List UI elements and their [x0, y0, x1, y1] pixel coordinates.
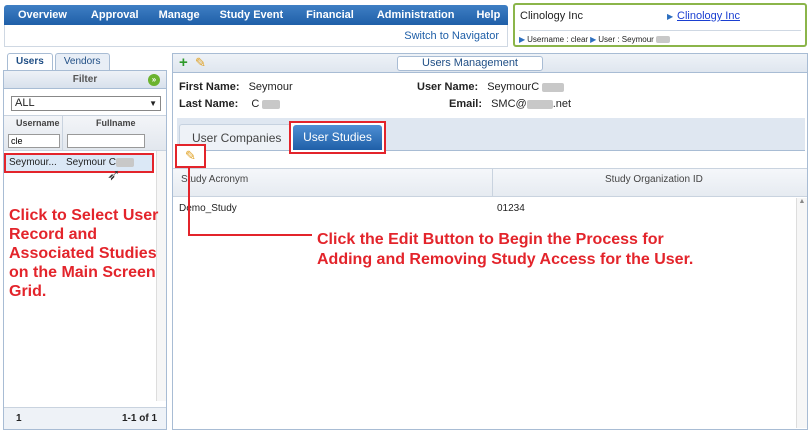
tab-user-studies-label: User Studies [293, 125, 382, 150]
edit-button[interactable]: ✎ [175, 144, 206, 168]
redacted-block [526, 99, 553, 109]
cell-study-org-id: 01234 [497, 203, 525, 214]
username-filter-input[interactable] [8, 134, 60, 148]
crumb-username: Username : clear [527, 34, 589, 44]
mouse-cursor-icon: ➶ [107, 167, 121, 184]
selected-user-row[interactable]: Seymour... Seymour C [4, 153, 154, 173]
dropdown-arrow-icon: ▼ [149, 99, 157, 108]
nav-financial[interactable]: Financial [306, 9, 354, 21]
user-name-value: SeymourC [487, 81, 540, 93]
nav-manage[interactable]: Manage [159, 9, 200, 21]
triangle-icon: ▶ [590, 34, 597, 44]
pencil-icon: ✎ [185, 148, 196, 163]
user-list-body: Filter » ALL ▼ Username Fullname Seymour… [3, 70, 167, 430]
annotation-connector [188, 234, 312, 236]
filter-bar: Filter » [4, 71, 166, 89]
redacted-block [262, 99, 281, 109]
crumb-user: User : Seymour [598, 34, 654, 44]
nav-overview[interactable]: Overview [4, 9, 67, 21]
page-number[interactable]: 1 [16, 408, 22, 430]
column-divider [492, 169, 493, 196]
table-row[interactable]: Demo_Study 01234 [173, 200, 797, 216]
sub-tabs: User Companies User Studies [177, 118, 805, 154]
triangle-icon: ▶ [519, 34, 526, 44]
nav-approval[interactable]: Approval [91, 9, 139, 21]
pager: 1 1-1 of 1 [4, 407, 166, 429]
tab-users[interactable]: Users [7, 53, 53, 70]
redacted-block [542, 82, 565, 92]
panel-toolbar: + ✎ Users Management [173, 54, 807, 73]
go-arrow-icon[interactable]: » [148, 74, 160, 86]
panel-title: Users Management [397, 56, 543, 71]
company-link[interactable]: Clinology Inc [677, 10, 740, 22]
user-breadcrumb: ▶ Username : clear ▶ User : Seymour [519, 30, 801, 45]
user-grid-header: Username Fullname [4, 115, 166, 151]
right-annotation-line2: Adding and Removing Study Access for the… [317, 251, 694, 268]
user-name-row: User Name: SeymourC [417, 81, 565, 93]
first-name-row: First Name: Seymour [179, 81, 293, 93]
left-tabs: Users Vendors [3, 53, 167, 70]
triangle-icon: ▶ [667, 12, 674, 21]
last-name-value: C [251, 98, 260, 110]
main-nav: Overview Approval Manage Study Event Fin… [4, 5, 508, 25]
tab-vendors[interactable]: Vendors [54, 53, 110, 70]
paging-info: 1-1 of 1 [122, 413, 158, 424]
filter-label: Filter [72, 74, 98, 85]
first-name-value: Seymour [248, 81, 293, 93]
email-value: SMC@ [491, 98, 527, 110]
col-username[interactable]: Username [16, 118, 60, 128]
tab-user-studies[interactable]: User Studies [289, 121, 386, 154]
nav-administration[interactable]: Administration [377, 9, 455, 21]
left-annotation: Click to Select User Record and Associat… [9, 207, 159, 300]
right-annotation: Click the Edit Button to Begin the Proce… [317, 230, 693, 270]
last-name-label: Last Name: [179, 98, 239, 110]
email-row: Email: SMC@ .net [449, 98, 571, 110]
col-study-acronym[interactable]: Study Acronym [181, 174, 248, 185]
pencil-icon[interactable]: ✎ [195, 55, 206, 71]
annotation-connector [188, 167, 190, 235]
study-grid-header: Study Acronym Study Organization ID [173, 168, 807, 197]
add-icon[interactable]: + [179, 55, 188, 71]
last-name-row: Last Name: C [179, 98, 281, 110]
fullname-filter-input[interactable] [67, 134, 145, 148]
right-scrollbar[interactable]: ▲ [796, 198, 807, 428]
first-name-label: First Name: [179, 81, 240, 93]
switch-to-navigator-link[interactable]: Switch to Navigator [404, 30, 499, 42]
subnav-bar: Switch to Navigator [4, 25, 508, 47]
user-list-panel: Users Vendors Filter » ALL ▼ Username Fu… [3, 53, 167, 430]
col-fullname[interactable]: Fullname [96, 118, 136, 128]
redacted-block [655, 35, 670, 43]
app-window: Overview Approval Manage Study Event Fin… [0, 0, 810, 432]
row-username: Seymour... [9, 157, 57, 168]
company-name: Clinology Inc [520, 10, 583, 22]
user-name-label: User Name: [417, 81, 479, 93]
nav-help[interactable]: Help [476, 9, 500, 21]
col-study-org-id[interactable]: Study Organization ID [605, 174, 703, 185]
email-suffix: .net [552, 98, 572, 110]
nav-study-event[interactable]: Study Event [220, 9, 284, 21]
right-annotation-line1: Click the Edit Button to Begin the Proce… [317, 231, 664, 248]
email-label: Email: [449, 98, 483, 110]
filter-select[interactable]: ALL ▼ [11, 96, 161, 111]
filter-value: ALL [15, 97, 35, 109]
column-divider [62, 116, 63, 150]
company-info-box: Clinology Inc ▶ Clinology Inc ▶ Username… [513, 3, 807, 47]
